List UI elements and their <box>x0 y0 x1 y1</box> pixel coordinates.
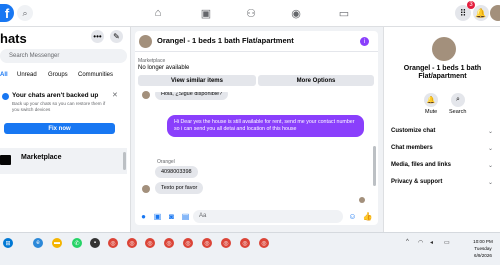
listing-status: No longer available <box>138 65 190 71</box>
gaming-tab-icon[interactable]: ▭ <box>336 6 352 20</box>
filter-groups[interactable]: Groups <box>48 72 68 78</box>
search-icon[interactable]: ⌕ <box>17 5 33 21</box>
whatsapp-icon[interactable]: ✆ <box>72 238 82 248</box>
conversation-header: Orangel - 1 beds 1 bath Flat/apartment i <box>135 31 378 52</box>
gif-icon[interactable]: ▤ <box>181 212 190 221</box>
chevron-down-icon: ⌄ <box>488 146 494 152</box>
chevron-down-icon: ⌄ <box>488 163 494 169</box>
chrome-icon[interactable]: ◎ <box>145 238 155 248</box>
outgoing-message: Hi Dear yes the house is still available… <box>167 115 364 138</box>
facebook-logo[interactable]: f <box>0 4 14 22</box>
groups-tab-icon[interactable]: ◉ <box>288 6 304 20</box>
image-icon[interactable]: ▣ <box>153 212 162 221</box>
windows-taskbar: ⊞ e ▬ ✆ ▪ ◎ ◎ ◎ ◎ ◎ ◎ ◎ ◎ ◎ ^ ◠ ◂ ▭ 10:0… <box>0 232 500 265</box>
video-tab-icon[interactable]: ▣ <box>198 6 214 20</box>
chevron-down-icon: ⌄ <box>488 180 494 186</box>
conversation-title[interactable]: Orangel - 1 beds 1 bath Flat/apartment <box>157 36 294 45</box>
more-options-icon[interactable]: ••• <box>91 30 104 43</box>
message-composer: ● ▣ ◙ ▤ Aa ☺ 👍 <box>135 209 378 225</box>
marketplace-tag: Marketplace <box>138 58 166 64</box>
contact-avatar-large[interactable] <box>432 37 456 61</box>
clock-day: Tuesday <box>474 246 492 251</box>
backup-title: Your chats aren't backed up <box>12 92 99 99</box>
view-similar-items-button[interactable]: View similar items <box>138 75 256 86</box>
chrome-icon[interactable]: ◎ <box>221 238 231 248</box>
notifications-bell-icon[interactable]: 🔔 <box>473 5 489 21</box>
speaker-icon[interactable]: ◂ <box>430 239 433 246</box>
sender-name: Orangel <box>157 159 175 165</box>
media-files-links-item[interactable]: Media, files and links <box>391 162 451 168</box>
lock-icon <box>2 93 9 100</box>
sticker-icon[interactable]: ◙ <box>167 212 176 221</box>
battery-icon[interactable]: ▭ <box>444 239 450 246</box>
emoji-icon[interactable]: ☺ <box>348 212 357 221</box>
sender-avatar <box>142 91 150 99</box>
chevron-down-icon: ⌄ <box>488 129 494 135</box>
fix-now-button[interactable]: Fix now <box>4 123 115 134</box>
filter-all[interactable]: All <box>0 72 8 78</box>
more-options-button[interactable]: More Options <box>258 75 374 86</box>
marketplace-label: Marketplace <box>21 154 62 161</box>
chrome-icon[interactable]: ◎ <box>259 238 269 248</box>
clock[interactable]: 10:00 PM Tuesday 6/9/2026 <box>466 238 500 259</box>
conversation-panel: Orangel - 1 beds 1 bath Flat/apartment i… <box>135 31 378 225</box>
edge-icon[interactable]: e <box>33 238 43 248</box>
sender-avatar <box>142 185 150 193</box>
home-tab-icon[interactable]: ⌂ <box>150 6 166 20</box>
marketplace-icon <box>0 155 11 165</box>
friends-tab-icon[interactable]: ⚇ <box>243 6 259 20</box>
chats-sidebar: hats ••• ✎ Search Messenger All Unread G… <box>0 27 131 232</box>
incoming-message: Hola, ¿Sigue disponible? <box>155 92 229 100</box>
notification-badge: 3 <box>467 1 475 9</box>
conversation-details-panel: Orangel - 1 beds 1 bath Flat/apartment 🔔… <box>383 27 500 232</box>
chrome-icon[interactable]: ◎ <box>202 238 212 248</box>
file-explorer-icon[interactable]: ▬ <box>52 238 62 248</box>
filter-communities[interactable]: Communities <box>78 72 113 78</box>
privacy-support-item[interactable]: Privacy & support <box>391 179 442 185</box>
clock-time: 10:00 PM <box>473 239 493 244</box>
contact-avatar[interactable] <box>139 35 152 48</box>
like-thumb-icon[interactable]: 👍 <box>363 212 373 221</box>
microphone-icon[interactable]: ● <box>139 212 148 221</box>
clock-date: 6/9/2026 <box>474 253 492 258</box>
search-icon[interactable]: ⌕ <box>451 93 465 107</box>
chat-members-item[interactable]: Chat members <box>391 145 433 151</box>
filter-unread[interactable]: Unread <box>17 72 37 78</box>
start-icon[interactable]: ⊞ <box>3 238 13 248</box>
seen-indicator-avatar <box>359 197 365 203</box>
chrome-icon[interactable]: ◎ <box>183 238 193 248</box>
chrome-icon[interactable]: ◎ <box>108 238 118 248</box>
chrome-icon[interactable]: ◎ <box>164 238 174 248</box>
top-navigation-bar: f ⌕ ⌂ ▣ ⚇ ◉ ▭ ⠿ 🔔 3 <box>0 0 500 27</box>
app-icon[interactable]: ▪ <box>90 238 100 248</box>
chrome-icon[interactable]: ◎ <box>240 238 250 248</box>
chevron-up-icon[interactable]: ^ <box>406 239 409 245</box>
close-icon[interactable]: ✕ <box>112 91 118 99</box>
mute-label: Mute <box>425 109 438 115</box>
info-icon[interactable]: i <box>360 37 369 46</box>
details-title: Orangel - 1 beds 1 bath Flat/apartment <box>403 65 482 80</box>
search-messenger-input[interactable]: Search Messenger <box>0 49 127 63</box>
conversation-scrollbar[interactable] <box>373 146 376 186</box>
profile-avatar[interactable] <box>490 5 500 21</box>
chats-title: hats <box>0 31 27 46</box>
chrome-icon[interactable]: ◎ <box>127 238 137 248</box>
wifi-icon[interactable]: ◠ <box>418 239 423 246</box>
new-message-icon[interactable]: ✎ <box>110 30 123 43</box>
message-input[interactable]: Aa <box>193 210 343 223</box>
marketplace-item[interactable]: Marketplace <box>0 148 127 174</box>
incoming-message: Texto por favor <box>155 182 204 194</box>
sidebar-scrollbar[interactable] <box>123 152 126 170</box>
backup-description: Back up your chats so you can restore th… <box>12 101 106 112</box>
mute-bell-icon[interactable]: 🔔 <box>424 93 438 107</box>
incoming-message: 4098003398 <box>155 166 198 178</box>
customize-chat-item[interactable]: Customize chat <box>391 128 435 134</box>
search-label: Search <box>449 109 467 115</box>
